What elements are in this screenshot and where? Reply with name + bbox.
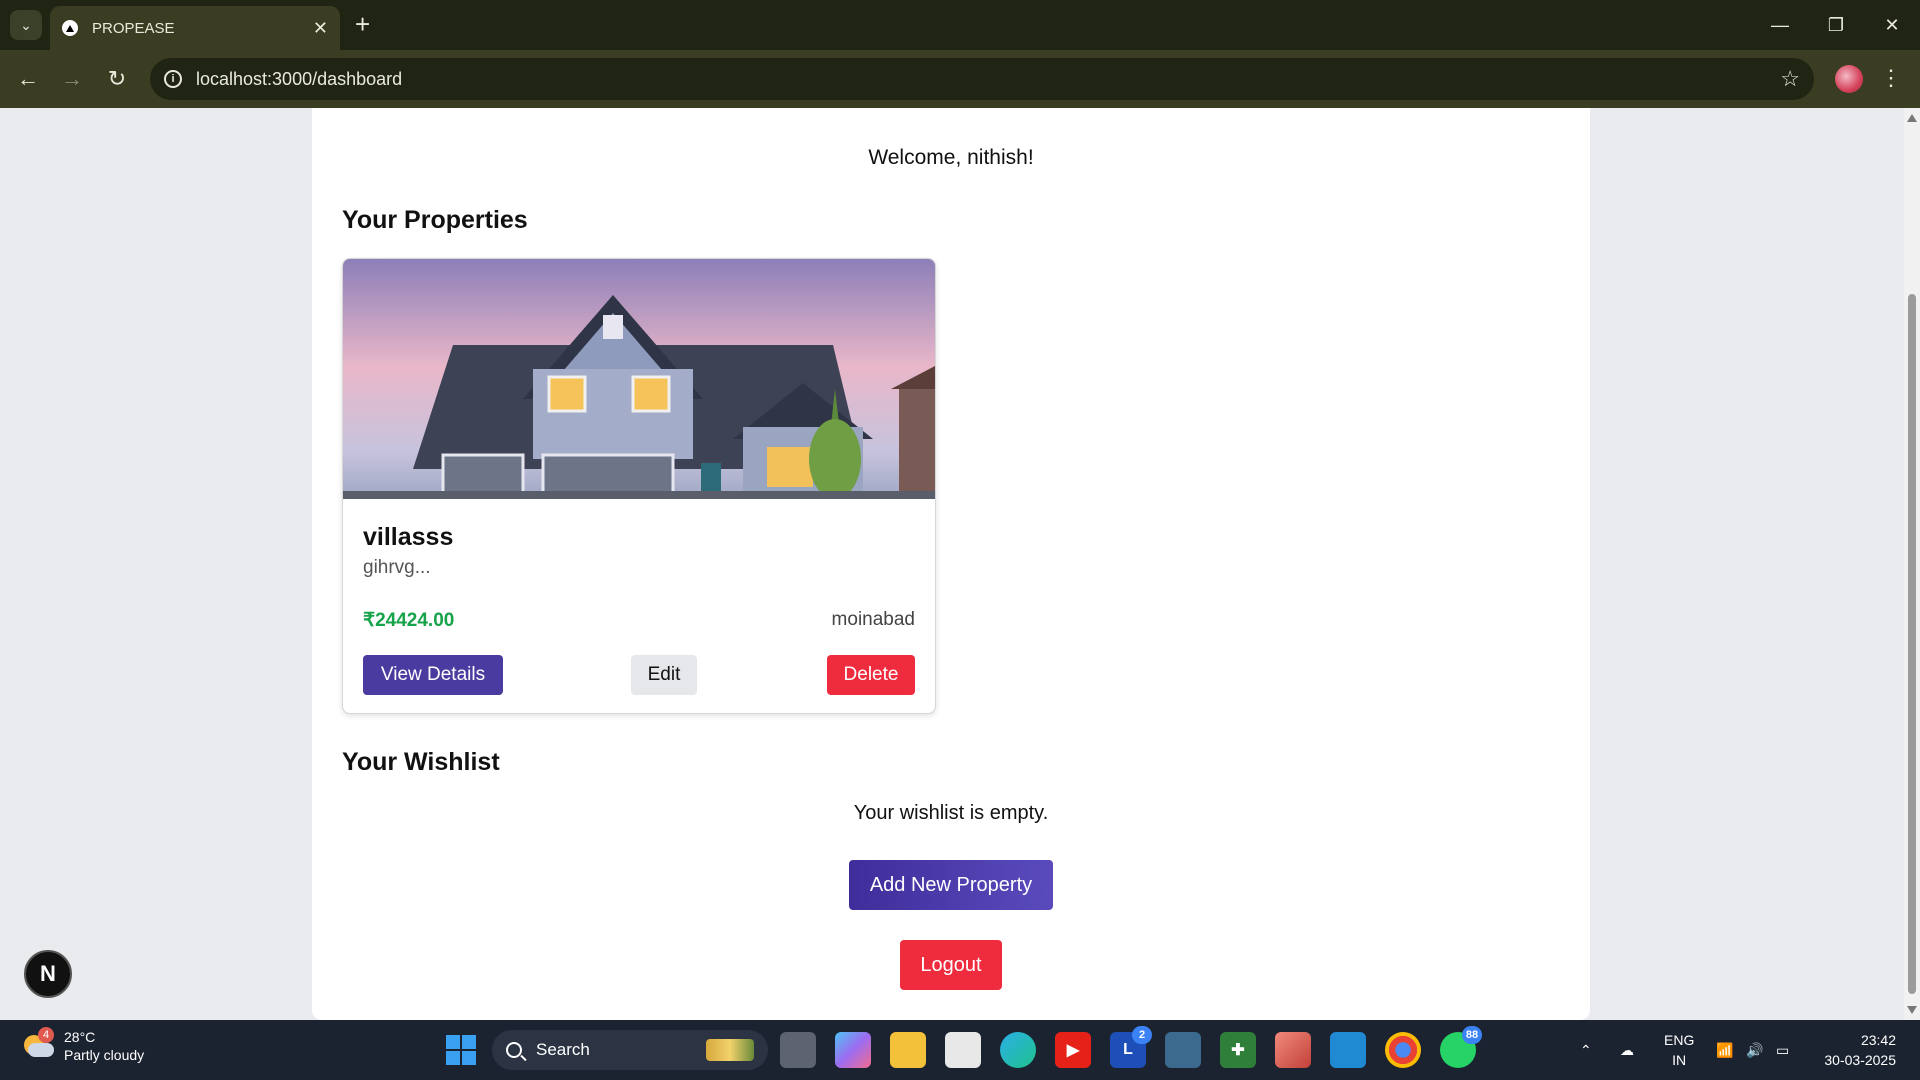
taskbar-search[interactable]: Search xyxy=(492,1030,768,1070)
file-explorer-icon[interactable] xyxy=(890,1032,926,1068)
wishlist-heading: Your Wishlist xyxy=(342,748,500,776)
taskbar: 4 28°C Partly cloudy Search ▶ L2 ✚ 88 ⌃ … xyxy=(0,1020,1920,1080)
url-text[interactable]: localhost:3000/dashboard xyxy=(196,69,1780,90)
vscode-icon[interactable] xyxy=(1330,1032,1366,1068)
view-details-button[interactable]: View Details xyxy=(363,655,503,695)
l-app-badge: 2 xyxy=(1132,1026,1152,1044)
arrow-right-icon: → xyxy=(61,66,83,91)
scrollbar-thumb[interactable] xyxy=(1908,294,1916,994)
search-icon xyxy=(506,1042,522,1058)
paint-icon[interactable] xyxy=(1275,1032,1311,1068)
youtube-icon[interactable]: ▶ xyxy=(1055,1032,1091,1068)
chrome-icon[interactable] xyxy=(1385,1032,1421,1068)
show-hidden-icons[interactable]: ⌃ xyxy=(1580,1020,1592,1080)
volume-icon[interactable]: 🔊 xyxy=(1746,1020,1763,1080)
lang-code: ENG xyxy=(1664,1032,1695,1048)
profile-avatar[interactable] xyxy=(1835,65,1863,93)
property-card: villasss gihrvg... ₹24424.00 moinabad Vi… xyxy=(342,258,936,714)
property-location: moinabad xyxy=(831,609,915,630)
language-indicator[interactable]: ENG IN xyxy=(1664,1030,1694,1070)
page-viewport: Welcome, nithish! Your Properties villas… xyxy=(0,108,1920,1020)
edit-button[interactable]: Edit xyxy=(631,655,697,695)
delete-button[interactable]: Delete xyxy=(827,655,915,695)
window-controls: — ❐ ✕ xyxy=(1752,0,1920,50)
add-property-button[interactable]: Add New Property xyxy=(849,860,1053,910)
logout-button[interactable]: Logout xyxy=(900,940,1002,990)
task-view-icon[interactable] xyxy=(780,1032,816,1068)
windows-start-icon[interactable] xyxy=(446,1035,476,1065)
reload-icon: ↻ xyxy=(107,66,127,91)
search-label: Search xyxy=(536,1040,590,1059)
weather-badge: 4 xyxy=(38,1027,54,1043)
browser-menu-icon[interactable]: ⋮ xyxy=(1880,62,1902,94)
edge-icon[interactable] xyxy=(1000,1032,1036,1068)
tab-search-button[interactable]: ⌄ xyxy=(10,10,42,40)
reload-button[interactable]: ↻ xyxy=(101,63,133,95)
nextjs-dev-indicator[interactable]: N xyxy=(24,950,72,998)
weather-widget[interactable]: 4 28°C Partly cloudy xyxy=(22,1027,145,1064)
properties-heading: Your Properties xyxy=(342,206,528,234)
battery-icon[interactable]: ▭ xyxy=(1776,1020,1789,1080)
wishlist-empty-message: Your wishlist is empty. xyxy=(853,802,1049,824)
dashboard-container: Welcome, nithish! Your Properties villas… xyxy=(312,108,1590,1020)
property-price: ₹24424.00 xyxy=(363,610,455,631)
whatsapp-badge: 88 xyxy=(1462,1026,1482,1044)
clock-time: 23:42 xyxy=(1860,1032,1896,1048)
welcome-message: Welcome, nithish! xyxy=(868,146,1034,169)
back-button[interactable]: ← xyxy=(12,63,44,95)
weather-temperature: 28°C xyxy=(64,1029,96,1045)
weather-description: Partly cloudy xyxy=(64,1047,145,1063)
close-window-button[interactable]: ✕ xyxy=(1864,0,1920,50)
chevron-down-icon: ⌄ xyxy=(20,16,32,33)
scroll-down-icon[interactable] xyxy=(1907,1006,1917,1014)
search-highlight-icon xyxy=(706,1039,754,1061)
bookmark-star-icon[interactable]: ☆ xyxy=(1780,66,1800,92)
partly-cloudy-icon: 4 xyxy=(22,1027,56,1061)
wifi-icon[interactable]: 📶 xyxy=(1716,1020,1733,1080)
site-info-icon[interactable]: i xyxy=(164,70,182,88)
cross-app-icon[interactable]: ✚ xyxy=(1220,1032,1256,1068)
microsoft-store-icon[interactable] xyxy=(945,1032,981,1068)
browser-tab-strip: ⌄ PROPEASE ✕ + — ❐ ✕ xyxy=(0,0,1920,50)
scroll-up-icon[interactable] xyxy=(1907,114,1917,122)
browser-tab[interactable]: PROPEASE ✕ xyxy=(50,6,340,50)
arrow-left-icon: ← xyxy=(17,66,39,91)
favicon-icon xyxy=(62,20,78,36)
restore-button[interactable]: ❐ xyxy=(1808,0,1864,50)
new-tab-button[interactable]: + xyxy=(355,10,370,38)
copilot-icon[interactable] xyxy=(835,1032,871,1068)
system-clock[interactable]: 23:42 30-03-2025 xyxy=(1812,1030,1896,1070)
l-app-icon[interactable]: L2 xyxy=(1110,1026,1152,1068)
lang-region: IN xyxy=(1672,1052,1687,1068)
address-bar[interactable]: i localhost:3000/dashboard ☆ xyxy=(150,58,1814,100)
forward-button[interactable]: → xyxy=(56,63,88,95)
clock-date: 30-03-2025 xyxy=(1824,1052,1896,1068)
onedrive-icon[interactable]: ☁ xyxy=(1620,1020,1634,1080)
browser-toolbar: ← → ↻ i localhost:3000/dashboard ☆ ⋮ xyxy=(0,50,1920,108)
whatsapp-icon[interactable]: 88 xyxy=(1440,1026,1482,1068)
property-name: villasss xyxy=(363,523,454,551)
vertical-scrollbar[interactable] xyxy=(1904,108,1920,1020)
tab-title: PROPEASE xyxy=(92,19,175,37)
mysql-workbench-icon[interactable] xyxy=(1165,1032,1201,1068)
close-tab-icon[interactable]: ✕ xyxy=(313,18,328,39)
property-description: gihrvg... xyxy=(363,557,431,578)
minimize-button[interactable]: — xyxy=(1752,0,1808,50)
property-image xyxy=(343,259,935,499)
